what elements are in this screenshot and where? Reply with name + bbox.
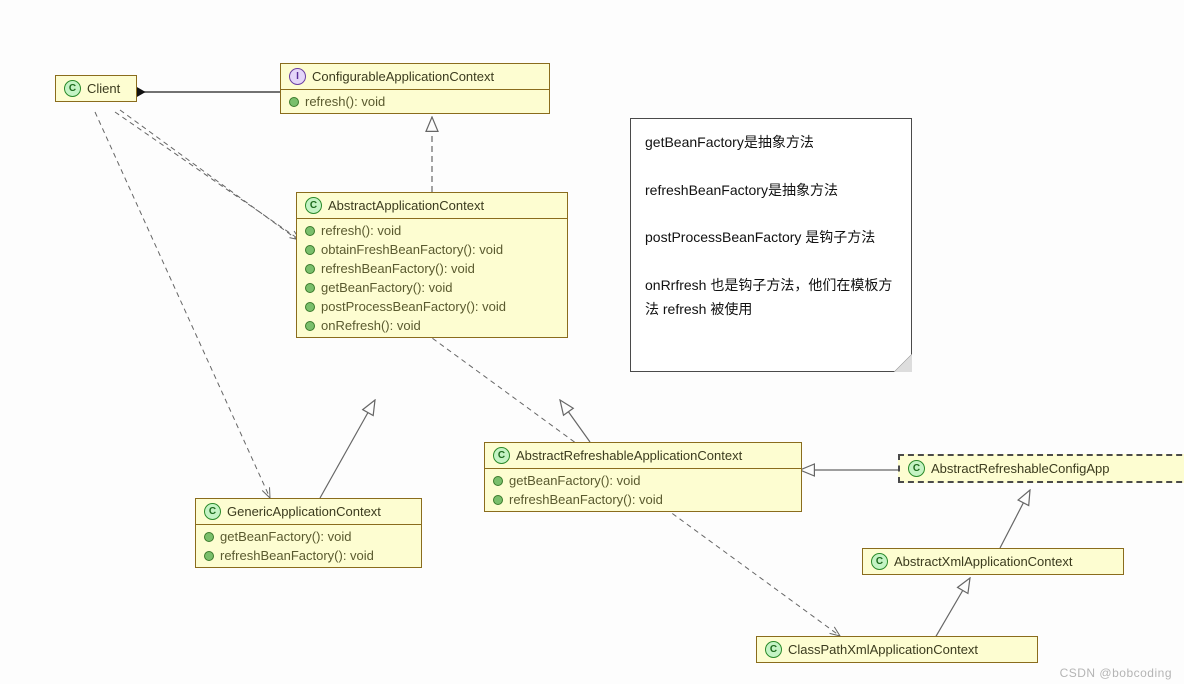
member-label: refresh(): void	[305, 94, 385, 109]
class-abstract-refreshable-application-context[interactable]: C AbstractRefreshableApplicationContext …	[484, 442, 802, 512]
member-row: refreshBeanFactory(): void	[485, 490, 801, 509]
member-row: refresh(): void	[281, 92, 549, 111]
note-line: postProcessBeanFactory 是钩子方法	[645, 226, 897, 250]
class-client[interactable]: C Client	[55, 75, 137, 102]
class-abstract-xml-application-context[interactable]: C AbstractXmlApplicationContext	[862, 548, 1124, 575]
class-title: ClassPathXmlApplicationContext	[788, 642, 978, 657]
member-label: refresh(): void	[321, 223, 401, 238]
class-icon: C	[765, 641, 782, 658]
class-icon: C	[64, 80, 81, 97]
class-icon: C	[204, 503, 221, 520]
edge-generic-extends-abstract	[320, 400, 375, 498]
member-row: obtainFreshBeanFactory(): void	[297, 240, 567, 259]
visibility-dot-icon	[305, 302, 315, 312]
member-label: obtainFreshBeanFactory(): void	[321, 242, 503, 257]
class-title: Client	[87, 81, 120, 96]
member-label: getBeanFactory(): void	[321, 280, 453, 295]
member-label: getBeanFactory(): void	[220, 529, 352, 544]
class-icon: C	[493, 447, 510, 464]
visibility-dot-icon	[305, 264, 315, 274]
uml-note: getBeanFactory是抽象方法 refreshBeanFactory是抽…	[630, 118, 912, 372]
class-title: ConfigurableApplicationContext	[312, 69, 494, 84]
watermark: CSDN @bobcoding	[1060, 666, 1172, 680]
member-label: onRefresh(): void	[321, 318, 421, 333]
class-title: AbstractRefreshableApplicationContext	[516, 448, 742, 463]
member-row: getBeanFactory(): void	[297, 278, 567, 297]
edge-cpxml-extends-absxml	[935, 578, 970, 638]
edge-absrefresh-extends-abstract	[560, 400, 590, 442]
member-row: getBeanFactory(): void	[485, 471, 801, 490]
visibility-dot-icon	[204, 551, 214, 561]
visibility-dot-icon	[493, 495, 503, 505]
member-row: getBeanFactory(): void	[196, 527, 421, 546]
class-classpath-xml-application-context[interactable]: C ClassPathXmlApplicationContext	[756, 636, 1038, 663]
member-label: refreshBeanFactory(): void	[509, 492, 663, 507]
visibility-dot-icon	[204, 532, 214, 542]
visibility-dot-icon	[305, 321, 315, 331]
member-row: refresh(): void	[297, 221, 567, 240]
edge-absxml-extends-absrefreshconfig	[1000, 490, 1030, 548]
visibility-dot-icon	[305, 283, 315, 293]
edge-client-dep-abstract	[115, 112, 300, 240]
visibility-dot-icon	[289, 97, 299, 107]
note-line: getBeanFactory是抽象方法	[645, 131, 897, 155]
member-label: getBeanFactory(): void	[509, 473, 641, 488]
class-abstract-refreshable-config-app[interactable]: C AbstractRefreshableConfigApp	[898, 454, 1184, 483]
visibility-dot-icon	[305, 245, 315, 255]
class-icon: C	[908, 460, 925, 477]
class-generic-application-context[interactable]: C GenericApplicationContext getBeanFacto…	[195, 498, 422, 568]
member-row: refreshBeanFactory(): void	[196, 546, 421, 565]
class-title: AbstractRefreshableConfigApp	[931, 461, 1110, 476]
member-label: refreshBeanFactory(): void	[321, 261, 475, 276]
class-title: AbstractApplicationContext	[328, 198, 484, 213]
note-line: refreshBeanFactory是抽象方法	[645, 179, 897, 203]
class-title: GenericApplicationContext	[227, 504, 381, 519]
class-icon: C	[871, 553, 888, 570]
interface-configurable-application-context[interactable]: I ConfigurableApplicationContext refresh…	[280, 63, 550, 114]
member-row: postProcessBeanFactory(): void	[297, 297, 567, 316]
edges-layer	[0, 0, 1184, 684]
member-label: postProcessBeanFactory(): void	[321, 299, 506, 314]
member-row: refreshBeanFactory(): void	[297, 259, 567, 278]
visibility-dot-icon	[305, 226, 315, 236]
class-icon: C	[305, 197, 322, 214]
uml-canvas: { "boxes": { "client": { "title": "Clien…	[0, 0, 1184, 684]
note-line: onRrfresh 也是钩子方法，他们在模板方法 refresh 被使用	[645, 274, 897, 322]
edge-client-dep-generic	[95, 112, 270, 498]
class-title: AbstractXmlApplicationContext	[894, 554, 1072, 569]
visibility-dot-icon	[493, 476, 503, 486]
member-row: onRefresh(): void	[297, 316, 567, 335]
interface-icon: I	[289, 68, 306, 85]
member-label: refreshBeanFactory(): void	[220, 548, 374, 563]
class-abstract-application-context[interactable]: C AbstractApplicationContext refresh(): …	[296, 192, 568, 338]
